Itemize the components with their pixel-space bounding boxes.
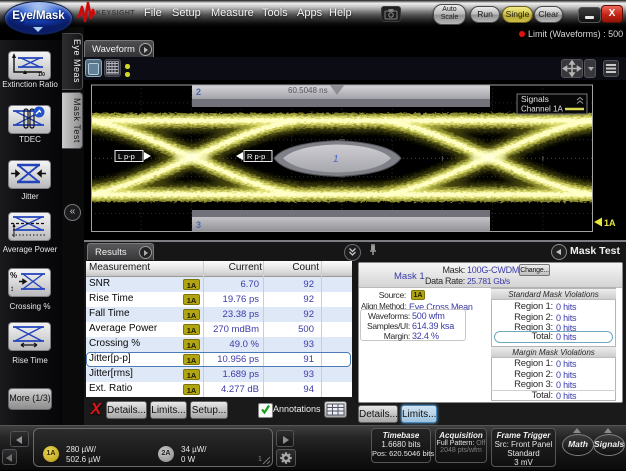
svg-text:3: 3 (196, 220, 201, 230)
svg-text:↕: ↕ (10, 284, 14, 293)
svg-text:Signals: Signals (521, 94, 549, 104)
svg-text:R p-p: R p-p (247, 152, 265, 161)
svg-text:L p-p: L p-p (118, 152, 135, 161)
svg-text:1/0: 1/0 (38, 72, 45, 77)
svg-text:2: 2 (196, 87, 201, 97)
svg-text:60.5048 ns: 60.5048 ns (288, 86, 328, 95)
svg-text:Channel 1A: Channel 1A (521, 105, 563, 114)
svg-text:%: % (10, 271, 17, 280)
svg-text:1A: 1A (604, 218, 616, 228)
svg-text:1: 1 (333, 154, 339, 165)
